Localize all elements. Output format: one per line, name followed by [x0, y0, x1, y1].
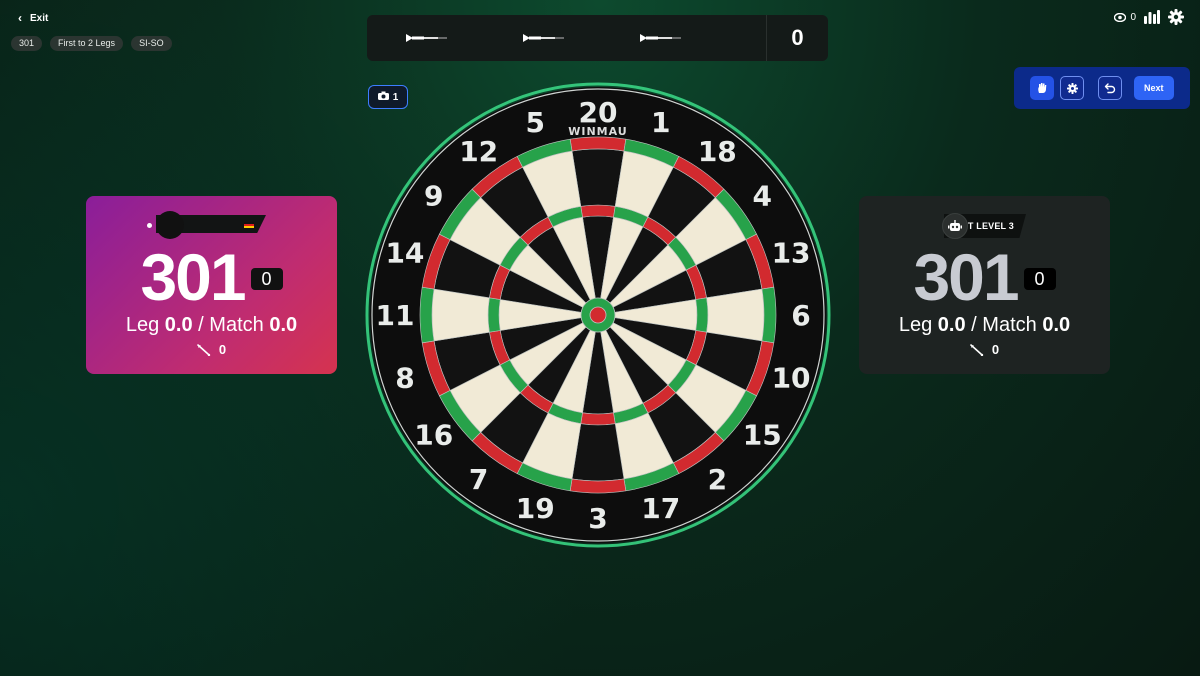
undo-button[interactable] — [1098, 76, 1122, 100]
player2-score-row: 301 0 — [859, 244, 1110, 310]
player2-card: BOT LEVEL 3 301 0 Leg 0.0 / Match 0.0 0 — [859, 196, 1110, 374]
board-brand: WINMAU — [568, 125, 628, 138]
outer-single-segment — [706, 288, 765, 342]
gear-icon — [1066, 82, 1078, 94]
board-number: 14 — [385, 236, 424, 269]
board-number: 3 — [588, 502, 607, 535]
hand-icon — [1038, 83, 1047, 93]
viewers-indicator[interactable]: 0 — [1114, 12, 1136, 23]
bullseye — [589, 306, 607, 324]
double-segment — [761, 286, 777, 344]
dart-icon — [405, 34, 447, 42]
double-segment — [569, 136, 627, 152]
double-segment — [419, 286, 435, 344]
player1-card: 301 0 Leg 0.0 / Match 0.0 0 — [86, 196, 337, 374]
board-number: 12 — [459, 135, 498, 168]
board-number: 5 — [526, 106, 545, 139]
chevron-left-icon: ‹ — [18, 11, 22, 25]
double-segment — [569, 478, 627, 494]
board-number: 16 — [414, 418, 453, 451]
player2-score: 301 — [913, 240, 1019, 314]
board-number: 8 — [395, 362, 414, 395]
eye-icon — [1114, 12, 1127, 22]
board-number: 6 — [791, 299, 810, 332]
player1-legs-won: 0 — [250, 268, 283, 290]
player2-leg-average: 0.0 — [937, 314, 966, 336]
board-number: 17 — [641, 492, 680, 525]
board-number: 7 — [469, 463, 488, 496]
board-number: 10 — [772, 362, 811, 395]
player1-darts-thrown: 0 — [86, 342, 337, 357]
player1-leg-average: 0.0 — [164, 314, 193, 336]
dart-count-icon — [970, 343, 984, 356]
undo-icon — [1104, 83, 1116, 94]
dart-count-icon — [197, 343, 211, 356]
outer-single-segment — [571, 148, 625, 207]
player2-match-average: 0.0 — [1042, 314, 1071, 336]
board-number: 11 — [376, 299, 415, 332]
exit-button[interactable]: ‹ Exit — [18, 10, 48, 26]
dart-icon — [639, 34, 681, 42]
dart-slot-3[interactable] — [601, 15, 718, 61]
match-label: Match — [982, 314, 1037, 336]
player2-legs-won: 0 — [1023, 268, 1056, 290]
player1-avatar — [156, 211, 184, 239]
hand-raise-button[interactable] — [1030, 76, 1054, 100]
triple-segment — [487, 297, 501, 333]
dart-icon — [522, 34, 564, 42]
top-right-toolbar: 0 — [1114, 9, 1184, 25]
germany-flag-icon — [244, 222, 254, 228]
average-separator: / — [971, 314, 977, 336]
tag-checkout-mode: SI-SO — [131, 36, 172, 51]
leg-label: Leg — [125, 314, 160, 336]
game-settings-button[interactable] — [1060, 76, 1084, 100]
board-number: 15 — [743, 418, 782, 451]
outer-single-segment — [431, 288, 490, 342]
board-number: 2 — [708, 463, 727, 496]
player2-darts-count: 0 — [991, 342, 1000, 357]
board-number: 13 — [772, 236, 811, 269]
match-settings-tags: 301 First to 2 Legs SI-SO — [11, 36, 172, 51]
exit-label: Exit — [30, 12, 49, 24]
dartboard-graphic[interactable]: 20 11841361015217319716811149125 WINMAU — [365, 82, 831, 548]
robot-icon — [942, 213, 968, 239]
average-separator: / — [198, 314, 204, 336]
active-turn-indicator — [147, 223, 152, 228]
board-number: 1 — [651, 106, 670, 139]
player1-match-average: 0.0 — [269, 314, 298, 336]
turn-total: 0 — [766, 15, 828, 61]
board-number: 9 — [424, 180, 443, 213]
dart-tray: 0 — [367, 15, 828, 61]
board-number: 4 — [752, 180, 771, 213]
tag-game-mode: 301 — [11, 36, 43, 51]
player1-averages: Leg 0.0 / Match 0.0 — [86, 314, 337, 337]
dart-slot-2[interactable] — [484, 15, 601, 61]
player1-score: 301 — [140, 240, 246, 314]
triple-segment — [580, 412, 616, 426]
stats-icon[interactable] — [1144, 10, 1160, 24]
dartboard[interactable]: 20 1 18 4 13 6 10 15 2 17 3 19 7 16 8 11 14 9 12 5 WINMAU — [365, 82, 831, 548]
settings-gear-icon[interactable] — [1168, 9, 1184, 25]
dart-slot-1[interactable] — [367, 15, 484, 61]
next-button[interactable]: Next — [1134, 76, 1174, 100]
board-number: 19 — [516, 492, 555, 525]
leg-label: Leg — [898, 314, 933, 336]
control-panel: Next — [1014, 67, 1190, 109]
player2-darts-thrown: 0 — [859, 342, 1110, 357]
match-label: Match — [209, 314, 264, 336]
board-number: 18 — [698, 135, 737, 168]
triple-segment — [695, 297, 709, 333]
viewers-count: 0 — [1130, 11, 1136, 23]
triple-segment — [580, 204, 616, 218]
player1-darts-count: 0 — [218, 342, 227, 357]
tag-legs: First to 2 Legs — [50, 36, 124, 51]
player1-score-row: 301 0 — [86, 244, 337, 310]
outer-single-segment — [571, 423, 625, 482]
player2-averages: Leg 0.0 / Match 0.0 — [859, 314, 1110, 337]
